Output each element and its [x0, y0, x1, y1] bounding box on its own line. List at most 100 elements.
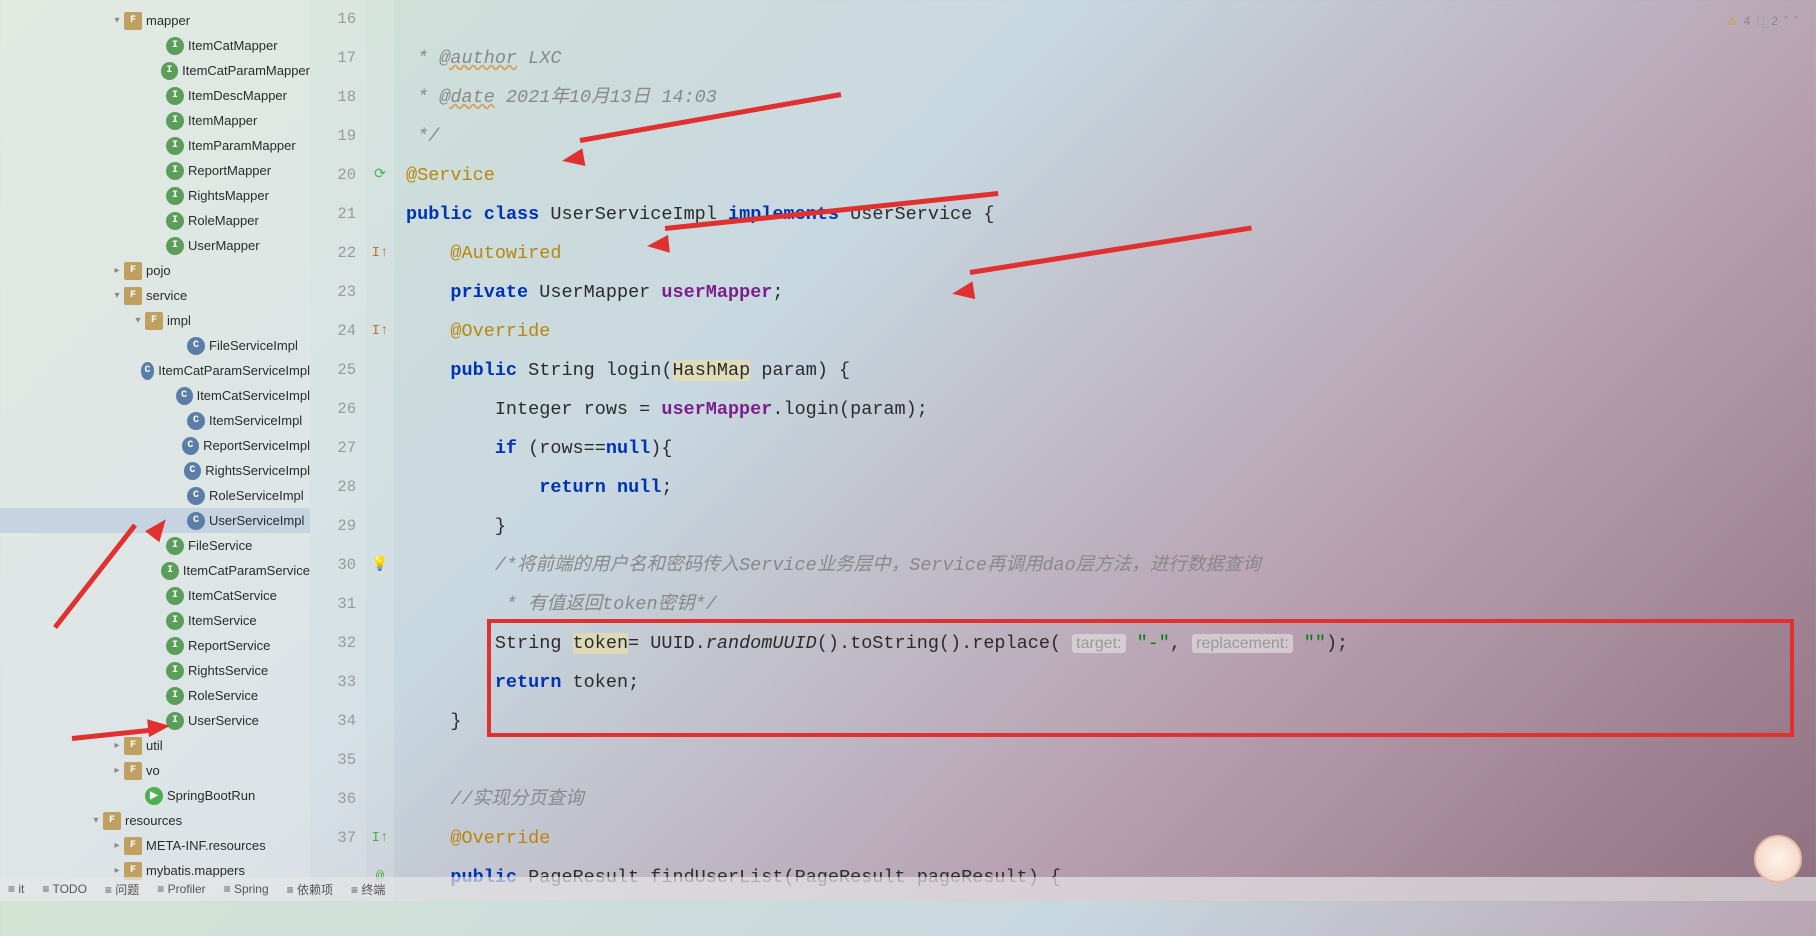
tree-item-itemcatserviceimpl[interactable]: CItemCatServiceImpl	[0, 383, 310, 408]
project-tree[interactable]: ▾FmapperIItemCatMapperIItemCatParamMappe…	[0, 0, 310, 901]
tree-item-itemserviceimpl[interactable]: C ItemServiceImpl	[0, 408, 310, 433]
tree-item-userservice[interactable]: IUserService	[0, 708, 310, 733]
tree-item-userserviceimpl[interactable]: CUserServiceImpl	[0, 508, 310, 533]
file-type-icon: F	[124, 262, 142, 280]
chevron-icon[interactable]: ▾	[110, 15, 124, 27]
tree-item-springbootrun[interactable]: ▶SpringBootRun	[0, 783, 310, 808]
tree-item-itemparammapper[interactable]: IItemParamMapper	[0, 133, 310, 158]
tree-item-rolemapper[interactable]: I RoleMapper	[0, 208, 310, 233]
tree-item-rightsmapper[interactable]: IRightsMapper	[0, 183, 310, 208]
file-type-icon: ▶	[145, 787, 163, 805]
implements-gutter-icon[interactable]: I↑	[372, 323, 389, 339]
code-line: return null;	[406, 477, 673, 498]
tree-item-reportserviceimpl[interactable]: CReportServiceImpl	[0, 433, 310, 458]
tree-item-fileserviceimpl[interactable]: CFileServiceImpl	[0, 333, 310, 358]
tree-label: RoleServiceImpl	[209, 488, 304, 503]
tree-label: UserService	[188, 713, 259, 728]
chevron-icon[interactable]: ▾	[89, 815, 103, 827]
run-gutter-icon[interactable]: ⟳	[374, 167, 386, 183]
chevron-down-icon[interactable]: ˇ	[1794, 14, 1798, 28]
tool-window-tab[interactable]: ≡ Spring	[224, 882, 269, 896]
chevron-icon[interactable]: ▾	[131, 315, 145, 327]
file-type-icon: C	[187, 487, 205, 505]
tree-label: ItemCatParamMapper	[182, 63, 310, 78]
chevron-icon[interactable]: ▸	[110, 265, 124, 277]
tree-item-reportmapper[interactable]: I ReportMapper	[0, 158, 310, 183]
tree-item-util[interactable]: ▸Futil	[0, 733, 310, 758]
line-number: 16	[310, 0, 356, 39]
tree-item-itemservice[interactable]: IItemService	[0, 608, 310, 633]
tree-item-itemcatparammapper[interactable]: I ItemCatParamMapper	[0, 58, 310, 83]
gutter-icons[interactable]: ⟳ I↑ I↑ 💡 I↑ @	[366, 0, 394, 901]
tree-label: RightsMapper	[188, 188, 269, 203]
tree-item-itemcatparamserviceimpl[interactable]: CItemCatParamServiceImpl	[0, 358, 310, 383]
tree-label: pojo	[146, 263, 171, 278]
file-type-icon: I	[166, 637, 184, 655]
implements-gutter-icon[interactable]: I↑	[372, 245, 389, 261]
line-number: 28	[310, 468, 356, 507]
tree-item-roleserviceimpl[interactable]: C RoleServiceImpl	[0, 483, 310, 508]
intention-bulb-icon[interactable]: 💡	[371, 557, 388, 573]
tool-window-tab[interactable]: ≡ TODO	[42, 882, 87, 896]
tree-item-itemcatmapper[interactable]: IItemCatMapper	[0, 33, 310, 58]
warning-icon: ⚠	[1727, 14, 1738, 28]
tree-label: ItemMapper	[188, 113, 257, 128]
file-type-icon: F	[145, 312, 163, 330]
chevron-icon[interactable]: ▸	[110, 840, 124, 852]
chevron-icon[interactable]: ▸	[110, 740, 124, 752]
tree-item-itemmapper[interactable]: IItemMapper	[0, 108, 310, 133]
tree-item-service[interactable]: ▾Fservice	[0, 283, 310, 308]
tree-item-itemcatparamservice[interactable]: IItemCatParamService	[0, 558, 310, 583]
chevron-icon[interactable]: ▸	[110, 865, 124, 877]
tree-item-rightsserviceimpl[interactable]: CRightsServiceImpl	[0, 458, 310, 483]
line-number: 20	[310, 156, 356, 195]
assistant-avatar-icon[interactable]	[1754, 835, 1802, 883]
tool-window-tab[interactable]: ≡ 终端	[351, 881, 385, 898]
tree-item-itemdescmapper[interactable]: IItemDescMapper	[0, 83, 310, 108]
inspection-status[interactable]: ⚠ 4 Ａ̲ 2 ˆ ˇ	[1727, 14, 1798, 28]
tool-window-tab[interactable]: ≡ Profiler	[157, 882, 205, 896]
code-line: String token= UUID.randomUUID().toString…	[406, 633, 1348, 654]
chevron-icon[interactable]: ▸	[110, 765, 124, 777]
file-type-icon: I	[166, 162, 184, 180]
line-number: 27	[310, 429, 356, 468]
tree-label: vo	[146, 763, 160, 778]
tree-item-pojo[interactable]: ▸Fpojo	[0, 258, 310, 283]
chevron-icon[interactable]: ▾	[110, 290, 124, 302]
tool-window-tab[interactable]: ≡ it	[8, 882, 24, 896]
editor-area[interactable]: 1617181920212223242526272829303132333435…	[310, 0, 1816, 901]
tree-item-fileservice[interactable]: IFileService	[0, 533, 310, 558]
file-type-icon: I	[166, 212, 184, 230]
tree-item-reportservice[interactable]: IReportService	[0, 633, 310, 658]
tree-item-roleservice[interactable]: IRoleService	[0, 683, 310, 708]
code-content[interactable]: * @author LXC * @date 2021年10月13日 14:03 …	[394, 0, 1816, 901]
tree-label: ItemService	[188, 613, 257, 628]
tree-label: ItemCatMapper	[188, 38, 278, 53]
tree-item-rightsservice[interactable]: IRightsService	[0, 658, 310, 683]
file-type-icon: F	[124, 287, 142, 305]
typo-count: 2	[1771, 14, 1778, 28]
tree-label: resources	[125, 813, 182, 828]
line-number: 25	[310, 351, 356, 390]
tree-label: RoleService	[188, 688, 258, 703]
tree-item-itemcatservice[interactable]: IItemCatService	[0, 583, 310, 608]
chevron-up-icon[interactable]: ˆ	[1784, 14, 1788, 28]
tree-item-vo[interactable]: ▸Fvo	[0, 758, 310, 783]
tree-label: RoleMapper	[188, 213, 259, 228]
bottom-toolbar[interactable]: ≡ it ≡ TODO ≡ 问题 ≡ Profiler ≡ Spring ≡ 依赖项 ≡ 终…	[0, 877, 1816, 901]
file-type-icon: I	[161, 62, 178, 80]
tree-item-meta-inf-resources[interactable]: ▸FMETA-INF.resources	[0, 833, 310, 858]
code-line: if (rows==null){	[406, 438, 673, 459]
tree-item-mapper[interactable]: ▾Fmapper	[0, 8, 310, 33]
tree-item-usermapper[interactable]: IUserMapper	[0, 233, 310, 258]
annotation-service: @Service	[406, 165, 495, 186]
tool-window-tab[interactable]: ≡ 问题	[105, 881, 139, 898]
tool-window-tab[interactable]: ≡ 依赖项	[287, 881, 333, 898]
class-decl: public class UserServiceImpl implements …	[406, 204, 994, 225]
tree-label: ItemServiceImpl	[209, 413, 302, 428]
tree-item-impl[interactable]: ▾Fimpl	[0, 308, 310, 333]
tree-item-resources[interactable]: ▾Fresources	[0, 808, 310, 833]
tree-label: ReportMapper	[188, 163, 271, 178]
tree-label: META-INF.resources	[146, 838, 266, 853]
file-type-icon: C	[187, 412, 205, 430]
